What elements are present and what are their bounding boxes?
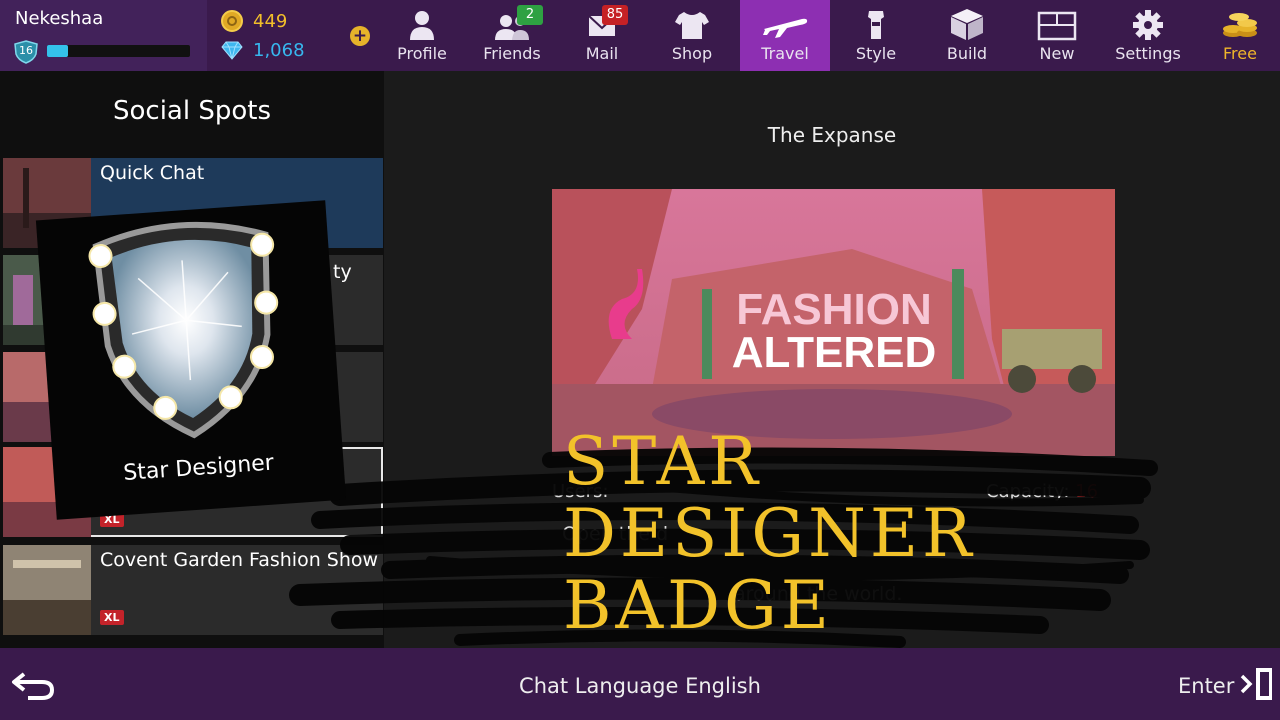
window-icon (1037, 11, 1077, 41)
nav-settings-label: Settings (1115, 44, 1181, 63)
xp-progress-fill (47, 45, 69, 57)
overlay-title-line3: BADGE (563, 567, 833, 644)
friends-badge: 2 (517, 5, 543, 25)
level-number: 16 (19, 44, 33, 57)
spot-thumbnail (3, 545, 91, 635)
star-designer-badge-card: Star Designer (35, 200, 347, 520)
coin-icon (221, 10, 243, 32)
gear-icon (1133, 10, 1163, 40)
nav-profile-label: Profile (397, 44, 447, 63)
star-badge-shield-icon (88, 221, 279, 439)
nav-style[interactable]: Style (831, 0, 921, 71)
nav-style-label: Style (855, 44, 897, 63)
nav-new-label: New (1039, 44, 1075, 63)
currency-panel: 449 1,068 + (207, 0, 377, 71)
nav-friends[interactable]: 2 Friends (467, 0, 557, 71)
nav-friends-label: Friends (483, 44, 541, 63)
location-title: The Expanse (767, 123, 897, 147)
enter-door-icon[interactable] (1238, 666, 1276, 702)
enter-button[interactable]: Enter (1178, 674, 1234, 698)
promo-image: FASHION ALTERED (552, 189, 1115, 456)
promo-title-line2: ALTERED (732, 328, 937, 377)
profile-icon (410, 11, 434, 40)
nav-mail[interactable]: 85 Mail (557, 0, 647, 71)
diamond-icon (221, 41, 243, 60)
nav-travel[interactable]: Travel (740, 0, 830, 71)
cube-icon (951, 9, 983, 40)
spot-name: Quick Chat (100, 162, 205, 184)
coin-stack-icon (1223, 13, 1257, 37)
nav-shop-label: Shop (671, 44, 713, 63)
nav-free[interactable]: Free (1195, 0, 1280, 71)
airplane-icon (763, 18, 808, 38)
xl-badge: XL (100, 610, 124, 625)
chat-language-selector[interactable]: Chat Language English (0, 674, 1280, 698)
nav-settings[interactable]: Settings (1103, 0, 1193, 71)
gems-row: 1,068 (221, 38, 305, 62)
nav-travel-label: Travel (761, 44, 809, 63)
nav-mail-label: Mail (585, 44, 619, 63)
nav-build-label: Build (946, 44, 988, 63)
spot-name: ty (333, 261, 352, 283)
coins-row: 449 (221, 9, 287, 33)
top-bar: Nekeshaa 16 449 1,068 + Profile 2 Friend… (0, 0, 1280, 71)
xp-progress-bar (47, 45, 190, 57)
nav-shop[interactable]: Shop (647, 0, 737, 71)
user-panel[interactable]: Nekeshaa 16 (0, 0, 207, 71)
badge-label: Star Designer (122, 450, 275, 486)
social-spots-title: Social Spots (112, 96, 271, 126)
bottom-bar: Chat Language English Enter (0, 648, 1280, 720)
nav-profile[interactable]: Profile (377, 0, 467, 71)
coins-value: 449 (253, 10, 288, 32)
overlay-title-line1: STAR (563, 423, 762, 500)
mail-badge: 85 (602, 5, 628, 25)
nav-build[interactable]: Build (922, 0, 1012, 71)
nav-new[interactable]: New (1012, 0, 1102, 71)
add-currency-button[interactable]: + (350, 26, 370, 46)
overlay-title-line2: DESIGNER (563, 495, 976, 572)
username: Nekeshaa (15, 8, 104, 29)
gems-value: 1,068 (253, 39, 305, 61)
friends-icon (495, 15, 529, 40)
promo-title-line1: FASHION (736, 285, 932, 334)
overlay-title: STAR DESIGNER BADGE (563, 426, 976, 642)
shirt-icon (675, 12, 709, 39)
nav-free-label: Free (1223, 44, 1257, 63)
style-icon (868, 11, 884, 39)
